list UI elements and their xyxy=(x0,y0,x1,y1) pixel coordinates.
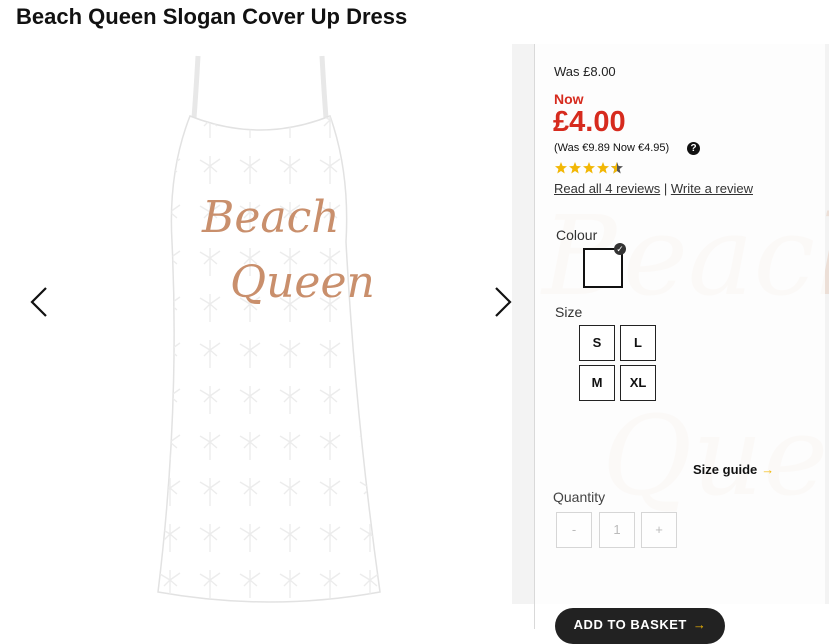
star-icon xyxy=(583,162,595,174)
print-text-line2: Queen xyxy=(230,257,375,308)
previous-image-button[interactable] xyxy=(20,282,60,322)
quantity-input[interactable]: 1 xyxy=(599,512,635,548)
add-to-basket-label: ADD TO BASKET xyxy=(573,617,687,632)
colour-label: Colour xyxy=(556,227,598,243)
arrow-right-icon: → xyxy=(692,617,707,632)
current-price: £4.00 xyxy=(553,106,626,138)
question-icon[interactable]: ? xyxy=(687,142,700,155)
reviews-links: Read all 4 reviews | Write a review xyxy=(554,181,753,196)
quantity-decrease-button[interactable]: - xyxy=(556,512,592,548)
size-guide-label: Size guide xyxy=(693,462,758,477)
star-icon xyxy=(597,162,609,174)
product-image-gallery: Beach Queen xyxy=(0,44,522,629)
arrow-right-icon: → xyxy=(761,462,775,477)
product-image: Beach Queen xyxy=(157,55,381,603)
product-title: Beach Queen Slogan Cover Up Dress xyxy=(16,4,408,29)
size-guide-link[interactable]: Size guide → xyxy=(693,462,774,477)
size-option-m[interactable]: M xyxy=(579,365,615,401)
print-text-line1: Beach xyxy=(201,192,340,243)
chevron-left-icon xyxy=(30,287,47,317)
reviews-separator: | xyxy=(663,181,668,196)
star-icon xyxy=(555,162,567,174)
half-star-icon xyxy=(611,162,623,174)
size-option-s[interactable]: S xyxy=(579,325,615,361)
star-icon xyxy=(569,162,581,174)
size-option-l[interactable]: L xyxy=(620,325,656,361)
quantity-label: Quantity xyxy=(553,489,606,505)
read-reviews-link[interactable]: Read all 4 reviews xyxy=(554,181,660,196)
write-review-link[interactable]: Write a review xyxy=(671,181,753,196)
was-price: Was £8.00 xyxy=(554,64,616,79)
add-to-basket-button[interactable]: ADD TO BASKET → xyxy=(555,608,725,644)
star-rating xyxy=(555,162,635,174)
product-details-panel: Was £8.00 Now £4.00 (Was €9.89 Now €4.95… xyxy=(534,44,825,644)
now-label: Now xyxy=(554,91,584,107)
checkmark-icon: ✓ xyxy=(614,243,626,255)
euro-price: (Was €9.89 Now €4.95) xyxy=(554,142,670,154)
size-label: Size xyxy=(555,304,583,320)
size-option-xl[interactable]: XL xyxy=(620,365,656,401)
quantity-increase-button[interactable]: + xyxy=(641,512,677,548)
